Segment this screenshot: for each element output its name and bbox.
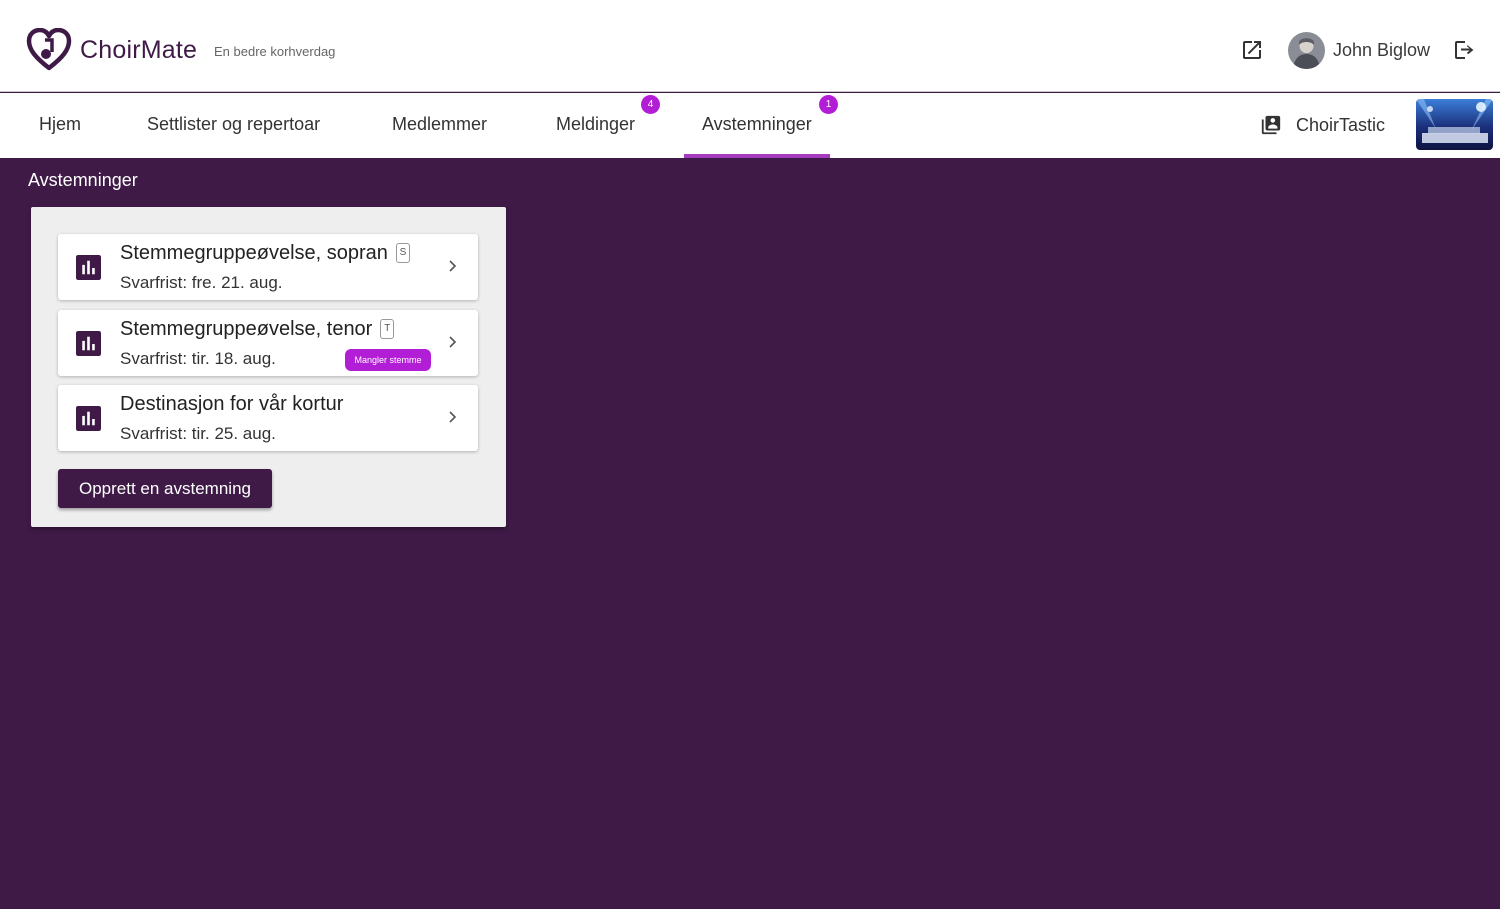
voice-group-tag: S [395, 243, 410, 263]
poll-deadline: Svarfrist: tir. 18. aug. [120, 349, 276, 368]
polls-card: Stemmegruppeøvelse, sopran S Svarfrist: f… [31, 207, 506, 527]
user-avatar[interactable] [1288, 32, 1325, 69]
poll-deadline: Svarfrist: tir. 25. aug. [120, 424, 276, 443]
choirmate-logo-icon[interactable] [26, 28, 72, 72]
brand-name[interactable]: ChoirMate [80, 36, 197, 65]
choir-switch-icon[interactable] [1260, 114, 1282, 136]
create-poll-button[interactable]: Opprett en avstemning [58, 469, 272, 508]
chevron-right-icon [449, 336, 457, 348]
tagline: En bedre korhverdag [214, 44, 336, 59]
poll-chart-icon [76, 406, 101, 431]
tab-settlister[interactable]: Settlister og repertoar [147, 93, 320, 158]
tab-medlemmer[interactable]: Medlemmer [392, 93, 487, 158]
chevron-right-icon [449, 411, 457, 423]
choir-name[interactable]: ChoirTastic [1296, 115, 1385, 136]
avstemninger-count-badge: 1 [819, 95, 838, 114]
choir-image[interactable] [1416, 99, 1493, 150]
poll-title: Destinasjon for vår kortur [120, 393, 344, 415]
chevron-right-icon [449, 260, 457, 272]
poll-item[interactable]: Destinasjon for vår kortur Svarfrist: ti… [58, 385, 478, 451]
main-nav: Hjem Settlister og repertoar Medlemmer M… [0, 93, 1500, 158]
poll-item[interactable]: Stemmegruppeøvelse, sopran S Svarfrist: f… [58, 234, 478, 300]
page-title: Avstemninger [28, 170, 138, 190]
top-header: ChoirMate En bedre korhverdag John Biglo… [0, 0, 1500, 92]
meldinger-count-badge: 4 [641, 95, 660, 114]
poll-deadline: Svarfrist: fre. 21. aug. [120, 273, 283, 292]
poll-title: Stemmegruppeøvelse, tenor [120, 318, 373, 340]
tab-hjem[interactable]: Hjem [39, 93, 81, 158]
missing-vote-badge: Mangler stemme [345, 349, 431, 371]
poll-chart-icon [76, 331, 101, 356]
tab-avstemninger[interactable]: Avstemninger [684, 93, 830, 158]
user-name[interactable]: John Biglow [1333, 40, 1430, 61]
open-in-new-icon[interactable] [1240, 38, 1264, 62]
poll-item[interactable]: Stemmegruppeøvelse, tenor T Svarfrist: ti… [58, 310, 478, 376]
logout-icon[interactable] [1452, 38, 1476, 62]
tab-meldinger[interactable]: Meldinger [556, 93, 635, 158]
voice-group-tag: T [380, 319, 395, 339]
poll-title: Stemmegruppeøvelse, sopran [120, 242, 388, 264]
poll-chart-icon [76, 255, 101, 280]
